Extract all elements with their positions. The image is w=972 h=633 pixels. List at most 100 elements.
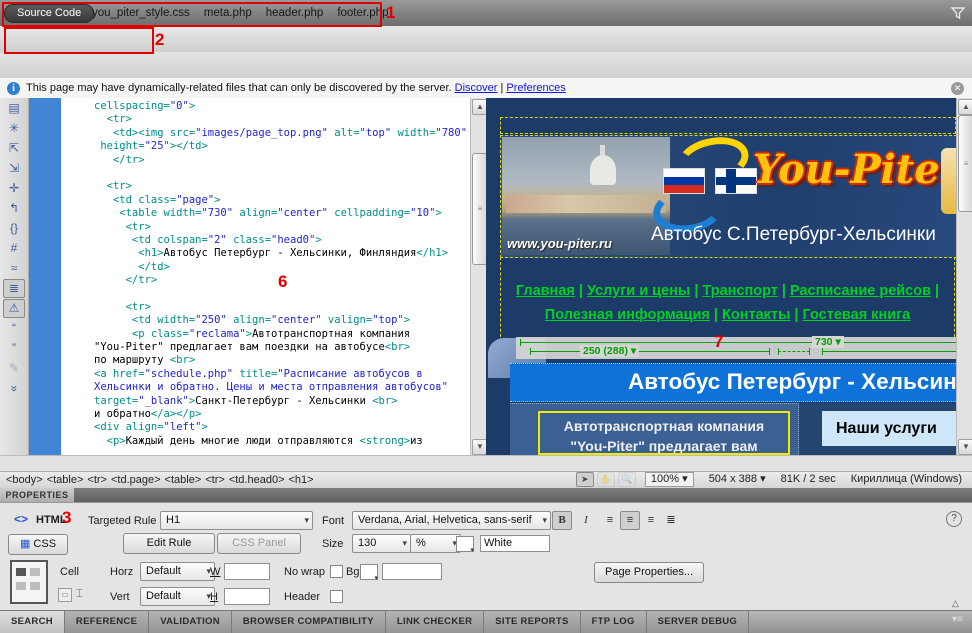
design-vertical-scrollbar[interactable]: ▲ ≡ ▼	[956, 98, 972, 455]
results-tab-link-checker[interactable]: LINK CHECKER	[386, 611, 484, 633]
code-line[interactable]: target="_blank">Санкт-Петербург - Хельси…	[94, 395, 470, 408]
zoom-tool-icon[interactable]: 🔍	[618, 472, 636, 487]
filter-related-files-icon[interactable]	[950, 5, 966, 21]
results-tab-reference[interactable]: REFERENCE	[65, 611, 149, 633]
code-line[interactable]: 22 </tr>	[94, 154, 470, 167]
select-tool-icon[interactable]: ➤	[576, 472, 594, 487]
code-line[interactable]: 40 <p>Каждый день многие люди отправляют…	[94, 435, 470, 448]
code-line[interactable]: 28 <td colspan="2" class="head0">	[94, 234, 470, 247]
nav-link[interactable]: Услуги и цены	[587, 283, 690, 299]
bg-color-field[interactable]	[382, 563, 442, 580]
header-checkbox[interactable]	[330, 590, 343, 603]
split-cell-icon[interactable]: ⌶	[76, 588, 83, 601]
site-banner[interactable]: www.you-piter.ru You-Piter Автобус С.Пет…	[500, 135, 956, 258]
code-line[interactable]: 36по маршруту <br>	[94, 354, 470, 367]
code-view[interactable]: cellspacing="0">20 <tr>21 <td><img src="…	[61, 98, 470, 455]
format-source-code-icon[interactable]: ✎	[4, 359, 24, 378]
balance-braces-icon[interactable]: {}	[4, 219, 24, 238]
code-line[interactable]: 27 <tr>	[94, 221, 470, 234]
page-properties-button[interactable]: Page Properties...	[594, 562, 704, 583]
properties-tab[interactable]: PROPERTIES	[0, 488, 74, 502]
size-select[interactable]: 130	[352, 534, 411, 553]
tag-selector-item[interactable]: <td.page>	[111, 474, 161, 486]
remove-comment-icon[interactable]: ”	[4, 339, 24, 358]
code-line[interactable]: "You-Piter" предлагает вам поездки на ав…	[94, 341, 470, 354]
code-line[interactable]: 34 <td width="250" align="center" valign…	[94, 314, 470, 327]
panel-collapse-icon[interactable]: △	[952, 598, 959, 609]
code-line[interactable]: cellspacing="0">	[94, 100, 470, 113]
nav-link[interactable]: Транспорт	[702, 283, 777, 299]
nav-link[interactable]: Полезная информация	[545, 307, 710, 323]
vert-select[interactable]: Default	[140, 587, 215, 606]
magnification-select[interactable]: 100% ▾	[645, 472, 694, 487]
code-line[interactable]: 25 <td class="page">	[94, 194, 470, 207]
code-line[interactable]: 21 <td><img src="images/page_top.png" al…	[94, 127, 470, 140]
code-line[interactable]: 24 <tr>	[94, 180, 470, 193]
design-scroll-thumb[interactable]: ≡	[958, 115, 972, 212]
tag-selector-item[interactable]: <body>	[6, 474, 43, 486]
horz-select[interactable]: Default	[140, 562, 215, 581]
edit-rule-button[interactable]: Edit Rule	[123, 533, 215, 554]
code-line[interactable]: 29 <h1>Автобус Петербург - Хельсинки, Фи…	[94, 247, 470, 260]
tag-selector-item[interactable]: <tr>	[205, 474, 225, 486]
window-size-value[interactable]: 504 x 388 ▾	[709, 473, 766, 485]
code-line[interactable]: 38и обратно</a></p>	[94, 408, 470, 421]
design-view[interactable]: www.you-piter.ru You-Piter Автобус С.Пет…	[486, 98, 956, 455]
tag-selector-item[interactable]: <h1>	[289, 474, 314, 486]
font-select[interactable]: Verdana, Arial, Helvetica, sans-serif	[352, 511, 551, 530]
html-mode-icon[interactable]: <>	[14, 512, 28, 526]
select-parent-tag-icon[interactable]: ↰	[4, 199, 24, 218]
italic-button[interactable]: I	[576, 511, 596, 530]
bg-color-swatch[interactable]	[360, 564, 378, 580]
nowrap-checkbox[interactable]	[330, 565, 343, 578]
page-heading-band[interactable]: Автобус Петербург - Хельсин	[510, 363, 956, 402]
code-line[interactable]: Хельсинки и обратно. Цены и места отправ…	[94, 381, 470, 394]
text-color-swatch[interactable]	[456, 536, 474, 552]
targeted-rule-select[interactable]: H1	[160, 511, 313, 530]
tag-selector-item[interactable]: <table>	[165, 474, 202, 486]
help-icon[interactable]: ?	[946, 511, 962, 527]
code-line[interactable]: height="25"></td>	[94, 140, 470, 153]
width-input[interactable]	[224, 563, 270, 580]
align-left-icon[interactable]: ≡	[600, 511, 620, 530]
column-width-value[interactable]: 250 (288) ▾	[580, 345, 639, 357]
word-wrap-icon[interactable]: ≣	[3, 279, 25, 298]
collapse-selection-icon[interactable]: ⇲	[4, 159, 24, 178]
align-justify-icon[interactable]: ≣	[661, 511, 681, 530]
syntax-error-alerts-icon[interactable]: ⚠	[3, 299, 25, 318]
nav-link[interactable]: Контакты	[722, 307, 790, 323]
panel-menu-icon[interactable]: ▾≡	[952, 614, 963, 625]
hand-tool-icon[interactable]: ✋	[597, 472, 615, 487]
apply-comment-icon[interactable]: “	[4, 319, 24, 338]
merge-cells-icon[interactable]: ▭	[58, 588, 72, 602]
align-center-icon[interactable]: ≡	[620, 511, 640, 530]
scroll-up-icon[interactable]: ▲	[958, 99, 972, 115]
code-line[interactable]: 37<a href="schedule.php" title="Расписан…	[94, 368, 470, 381]
tag-selector-item[interactable]: <td.head0>	[229, 474, 285, 486]
results-tab-ftp-log[interactable]: FTP LOG	[581, 611, 647, 633]
collapse-full-tag-icon[interactable]: ⇱	[4, 139, 24, 158]
tag-selector-item[interactable]: <table>	[47, 474, 84, 486]
expand-all-icon[interactable]: ✛	[4, 179, 24, 198]
nav-link[interactable]: Главная	[516, 283, 575, 299]
code-line[interactable]: 26 <table width="730" align="center" cel…	[94, 207, 470, 220]
code-vertical-scrollbar[interactable]: ▲ ≡ ▼	[470, 98, 487, 455]
results-tab-browser-compatibility[interactable]: BROWSER COMPATIBILITY	[232, 611, 386, 633]
code-navigator-icon[interactable]: ✳	[4, 119, 24, 138]
table-width-value[interactable]: 730 ▾	[812, 336, 844, 348]
line-numbers-icon[interactable]: #	[4, 239, 24, 258]
align-right-icon[interactable]: ≡	[641, 511, 661, 530]
bold-button[interactable]: B	[552, 511, 572, 530]
discover-link[interactable]: Discover	[455, 82, 498, 94]
results-tab-site-reports[interactable]: SITE REPORTS	[484, 611, 580, 633]
highlight-invalid-code-icon[interactable]: ≈	[4, 259, 24, 278]
code-line[interactable]: 39<div align="left">	[94, 421, 470, 434]
preferences-link[interactable]: Preferences	[506, 82, 565, 94]
size-unit-select[interactable]: %	[410, 534, 461, 553]
infobar-close-icon[interactable]: ✕	[951, 82, 964, 95]
code-line[interactable]: 23	[94, 167, 470, 180]
code-line[interactable]: 35 <p class="reclama">Автотранспортная к…	[94, 328, 470, 341]
text-color-field[interactable]: White	[480, 535, 550, 552]
show-more-icon[interactable]: »	[5, 379, 24, 399]
services-title[interactable]: Наши услуги	[822, 411, 956, 446]
